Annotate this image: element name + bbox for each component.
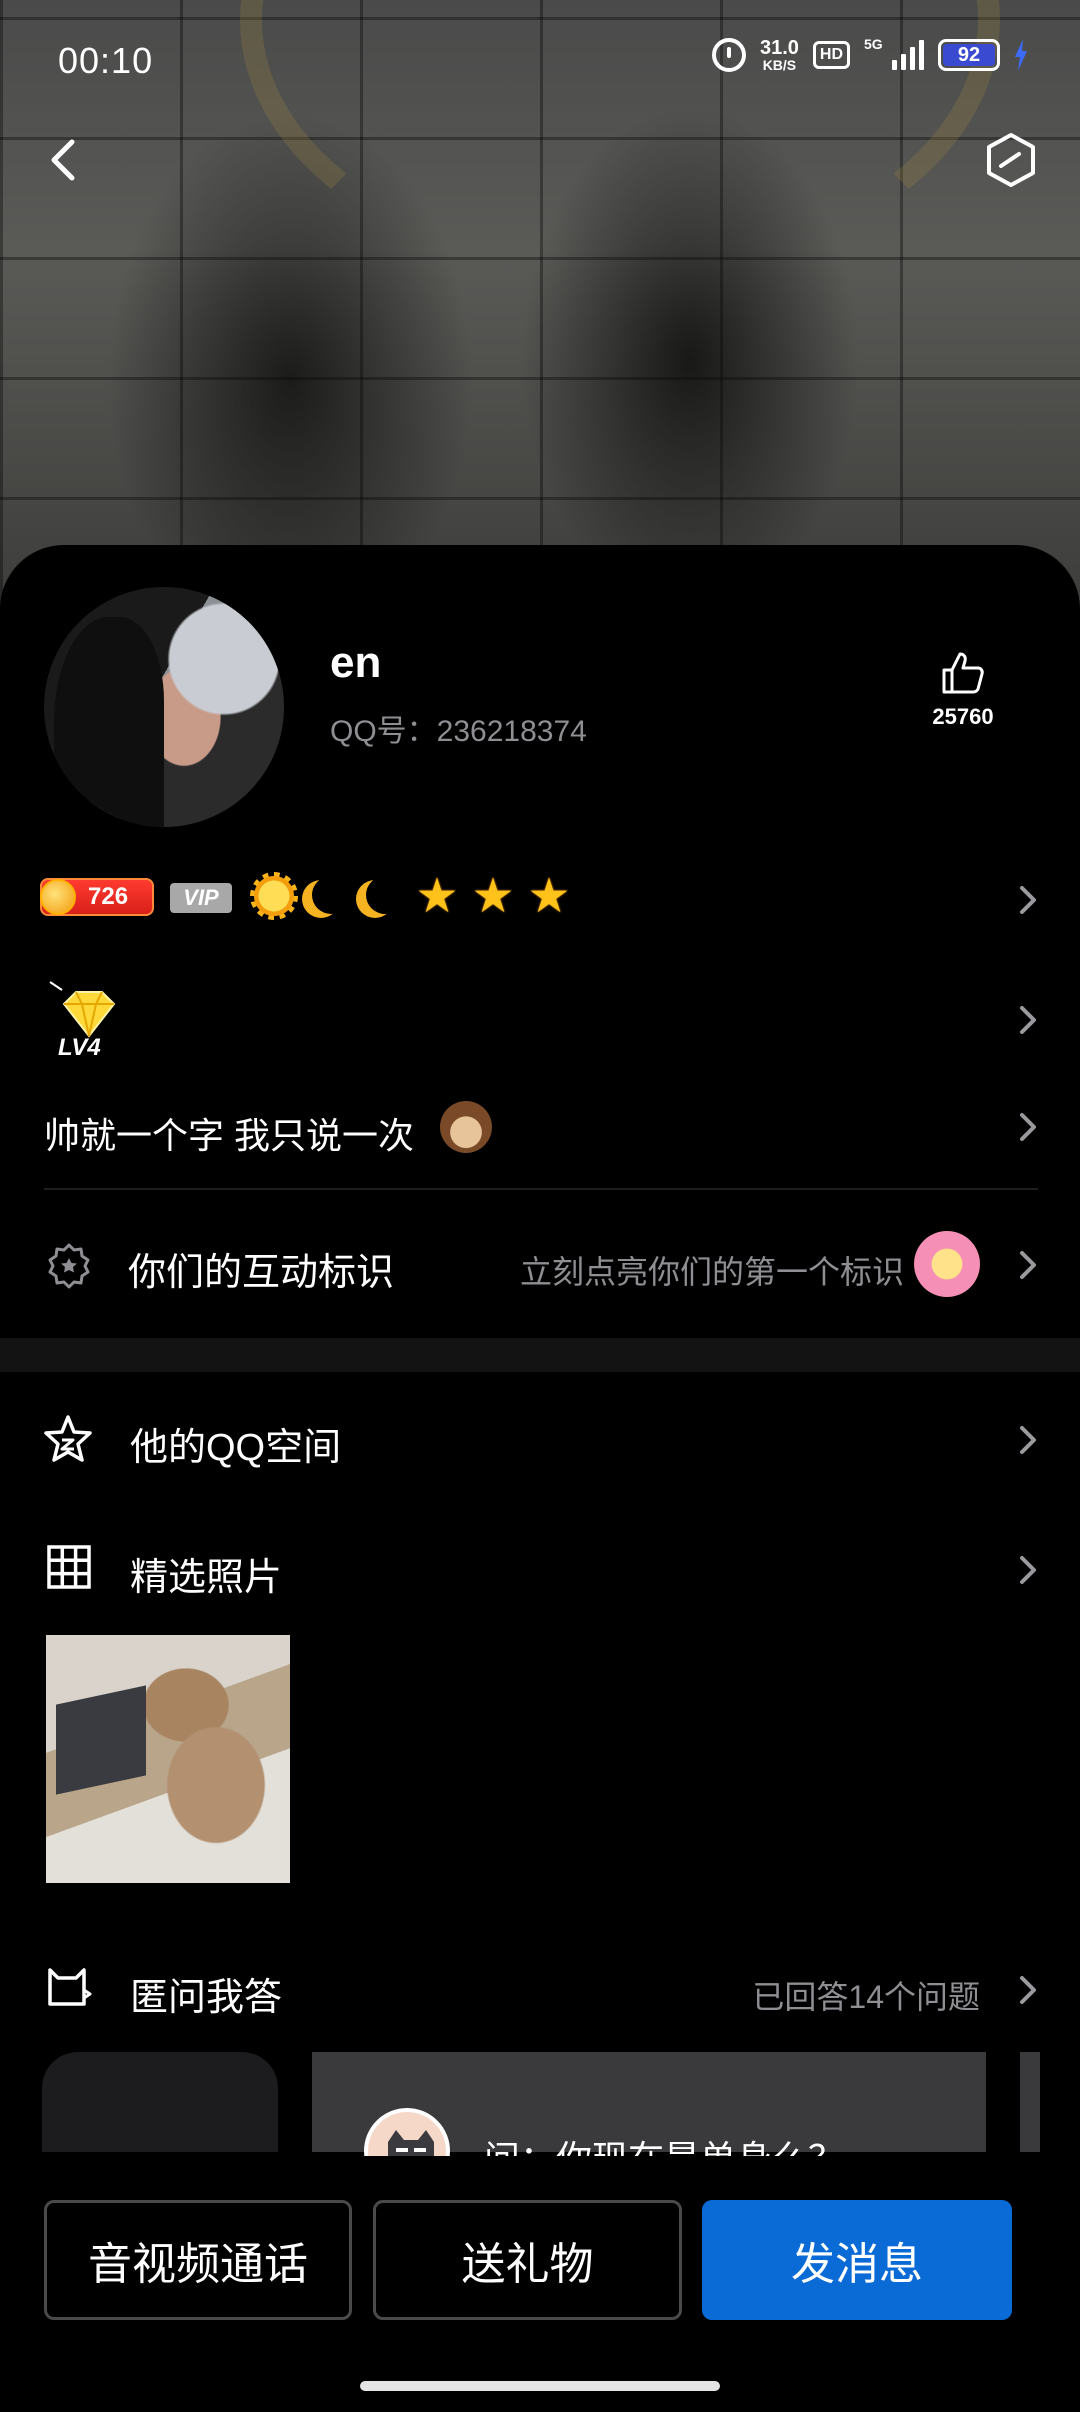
vip-badge: VIP: [170, 883, 232, 913]
like-button[interactable]: 25760: [898, 648, 1028, 730]
coin-icon: [40, 879, 76, 915]
qzone-star-icon: [44, 1415, 92, 1462]
grid-icon: [47, 1545, 91, 1589]
badge-icon: [48, 1243, 90, 1289]
star-icon: ★: [415, 870, 459, 923]
battery-level: 92: [957, 43, 981, 66]
interaction-badge-row[interactable]: 你们的互动标识 立刻点亮你们的第一个标识: [0, 1225, 1080, 1305]
photo-thumbnail[interactable]: [46, 1635, 290, 1883]
status-icons: 31.0 KB/S HD 5G 92: [711, 36, 1028, 72]
chevron-right-icon: [1020, 1556, 1036, 1584]
featured-photos-row[interactable]: 精选照片: [0, 1530, 1080, 1610]
sun-icon: [250, 872, 298, 920]
qa-card-ask[interactable]: [42, 2052, 278, 2152]
network-type: 5G: [864, 36, 883, 52]
diamond-level: LV4: [58, 1034, 101, 1061]
photos-label: 精选照片: [130, 1557, 283, 1599]
diamond-vip-row[interactable]: LV4: [0, 970, 1080, 1070]
home-indicator[interactable]: [360, 2381, 720, 2391]
qa-card-next[interactable]: [1020, 2052, 1040, 2152]
status-bar: 00:10 31.0 KB/S HD 5G 92: [0, 0, 1080, 124]
like-count: 25760: [932, 704, 994, 729]
signature-row[interactable]: 帅就一个字 我只说一次: [0, 1095, 1080, 1165]
alarm-icon: [711, 38, 746, 72]
signal-icon: 5G: [864, 36, 924, 70]
chevron-right-icon: [1020, 1006, 1036, 1034]
qa-label: 匿问我答: [130, 1977, 283, 2019]
hd-icon: HD: [812, 41, 850, 69]
qq-number: QQ号：236218374: [330, 715, 587, 748]
qa-answered-count: 已回答14个问题: [752, 1979, 980, 2015]
back-button[interactable]: [38, 130, 86, 190]
section-divider: [0, 1338, 1080, 1372]
charging-icon: [1015, 39, 1027, 71]
video-call-button[interactable]: 音视频通话: [44, 2200, 352, 2320]
level-number: 726: [88, 883, 129, 910]
level-icons: ★ ★ ★: [250, 872, 574, 922]
chevron-right-icon: [1020, 1251, 1036, 1279]
chevron-right-icon: [1020, 1113, 1036, 1141]
anonymous-qa-row[interactable]: 匿问我答 已回答14个问题: [0, 1950, 1080, 2030]
qa-question-card[interactable]: 问：你现在是单身么？: [312, 2052, 986, 2194]
chevron-right-icon: [1020, 1426, 1036, 1454]
level-badge: 726: [40, 878, 154, 916]
status-time: 00:10: [58, 40, 154, 81]
network-speed: 31.0 KB/S: [760, 38, 799, 72]
qa-cat-icon: [48, 1968, 92, 2006]
chevron-right-icon: [1020, 886, 1036, 914]
avatar[interactable]: [44, 587, 284, 827]
battery-icon: 92: [938, 39, 1000, 71]
send-gift-button[interactable]: 送礼物: [373, 2200, 682, 2320]
level-row[interactable]: 726 VIP ★ ★ ★: [0, 870, 1080, 930]
flower-icon: [914, 1231, 980, 1297]
signature-text: 帅就一个字 我只说一次: [44, 1115, 415, 1156]
qzone-row[interactable]: 他的QQ空间: [0, 1400, 1080, 1480]
interaction-label: 你们的互动标识: [128, 1252, 395, 1294]
moon-icon: [304, 872, 352, 920]
moon-icon: [358, 872, 406, 920]
username: en: [330, 638, 382, 687]
network-speed-value: 31.0: [759, 37, 799, 59]
thumbs-up-icon: [942, 652, 984, 694]
chevron-right-icon: [1020, 1976, 1036, 2004]
network-speed-unit: KB/S: [762, 57, 797, 73]
star-icon: ★: [527, 870, 571, 923]
star-icon: ★: [471, 870, 515, 923]
send-message-button[interactable]: 发消息: [702, 2200, 1012, 2320]
see-no-evil-monkey-icon: [440, 1101, 492, 1153]
more-options-icon[interactable]: [982, 130, 1040, 190]
divider: [44, 1188, 1038, 1190]
qzone-label: 他的QQ空间: [130, 1427, 342, 1469]
interaction-hint: 立刻点亮你们的第一个标识: [519, 1254, 904, 1290]
